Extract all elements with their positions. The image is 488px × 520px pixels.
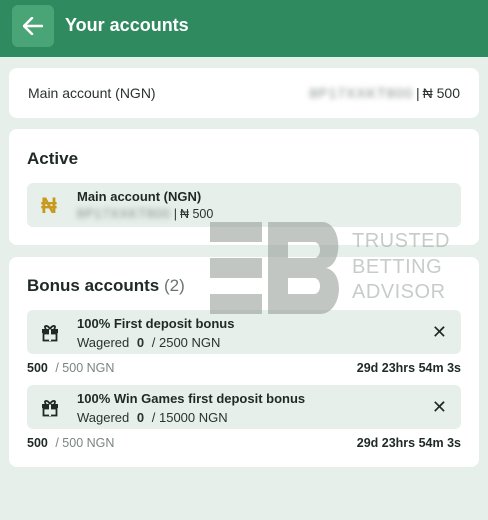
bonus-item[interactable]: 100% Win Games first deposit bonus Wager… [27,385,461,429]
main-account-label: Main account (NGN) [28,85,156,101]
wagered-label: Wagered [77,410,130,425]
bonus-footer: 500 / 500 NGN 29d 23hrs 54m 3s [27,436,461,450]
bonus-footer: 500 / 500 NGN 29d 23hrs 54m 3s [27,361,461,375]
wagered-value: 0 [136,335,145,350]
masked-account-id: 8P17XXKT800 [77,207,171,221]
bonus-balance: 500 / 500 NGN [27,436,114,450]
arrow-left-icon [23,17,43,35]
wagered-label: Wagered [77,335,130,350]
watermark-text: ADVISOR [352,281,446,303]
watermark-logo [210,222,339,314]
watermark-text: TRUSTED [352,230,450,252]
active-account-amount: ₦ 500 [179,207,214,221]
bonus-balance-total: / 500 NGN [55,436,115,450]
bonus-balance-total: / 500 NGN [55,361,115,375]
active-account-name: Main account (NGN) [77,189,202,204]
bonus-wagered: Wagered 0 / 2500 NGN [77,335,220,350]
bonus-title-text: Bonus accounts [27,276,160,295]
top-bar: Your accounts [0,0,488,57]
bonus-balance-value: 500 [27,436,48,450]
separator: | [173,207,177,221]
main-account-amount: ₦ 500 [422,85,460,101]
wagered-total: / 15000 NGN [151,410,228,425]
watermark: TRUSTED BETTING ADVISOR [210,218,450,318]
bonus-balance: 500 / 500 NGN [27,361,114,375]
separator: | [416,85,420,101]
close-icon[interactable]: ✕ [432,322,447,342]
main-account-balance: 8P17XXKT800 | ₦ 500 [309,85,460,101]
bonus-time-left: 29d 23hrs 54m 3s [356,361,461,375]
masked-account-id: 8P17XXKT800 [309,85,413,101]
bonus-section-title: Bonus accounts (2) [27,276,185,296]
main-account-card[interactable]: Main account (NGN) 8P17XXKT800 | ₦ 500 [9,68,479,118]
bonus-name: 100% First deposit bonus [77,316,235,331]
back-button[interactable] [12,5,54,47]
page-title: Your accounts [65,15,189,35]
bonus-wagered: Wagered 0 / 15000 NGN [77,410,228,425]
bonus-count: (2) [163,276,185,295]
watermark-text: BETTING [352,256,443,278]
wagered-value: 0 [136,410,145,425]
gift-icon [42,325,58,342]
active-section-title: Active [27,149,79,168]
close-icon[interactable]: ✕ [432,397,447,417]
naira-icon: ₦ [41,193,57,218]
gift-icon [42,400,58,417]
active-account-balance: 8P17XXKT800 | ₦ 500 [77,207,213,221]
bonus-time-left: 29d 23hrs 54m 3s [356,436,461,450]
wagered-total: / 2500 NGN [151,335,221,350]
bonus-balance-value: 500 [27,361,48,375]
bonus-name: 100% Win Games first deposit bonus [77,391,306,406]
